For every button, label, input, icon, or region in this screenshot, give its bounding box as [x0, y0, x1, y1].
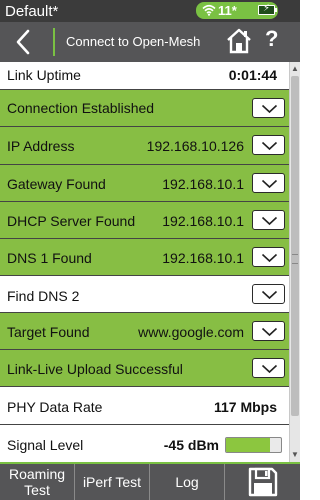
- row-link-live-upload[interactable]: Link-Live Upload Successful: [0, 350, 289, 387]
- save-button[interactable]: [248, 467, 278, 497]
- scroll-up-arrow-icon[interactable]: ▲: [291, 64, 299, 73]
- row-label: PHY Data Rate: [7, 399, 103, 415]
- battery-charging-icon: ⚡: [258, 3, 277, 15]
- row-value: 117 Mbps: [213, 399, 277, 415]
- wifi-count: 11*: [218, 3, 237, 18]
- chevron-down-icon: [261, 327, 278, 337]
- row-value: www.google.com: [138, 324, 244, 340]
- expand-button[interactable]: [252, 173, 285, 193]
- iperf-test-button[interactable]: iPerf Test: [75, 464, 150, 500]
- expand-button[interactable]: [252, 247, 285, 267]
- home-button[interactable]: [226, 27, 252, 55]
- expand-button[interactable]: [252, 284, 285, 304]
- row-dhcp-server-found[interactable]: DHCP Server Found 192.168.10.1: [0, 202, 289, 239]
- signal-level-bar: [225, 437, 282, 453]
- row-label: Find DNS 2: [7, 288, 80, 304]
- row-find-dns2[interactable]: Find DNS 2: [0, 276, 289, 313]
- scrollbar[interactable]: ▲ ▼: [289, 62, 300, 462]
- log-label: Log: [175, 474, 199, 490]
- row-ip-address[interactable]: IP Address 192.168.10.126: [0, 127, 289, 165]
- expand-button[interactable]: [252, 135, 285, 155]
- header-divider: [53, 28, 55, 56]
- expand-button[interactable]: [252, 358, 285, 378]
- page-title: Connect to Open-Mesh: [66, 34, 201, 49]
- roaming-test-label-line1: Roaming: [8, 466, 66, 482]
- status-bar: Default* 11* ⚡: [0, 0, 300, 22]
- row-label: Signal Level: [7, 437, 84, 453]
- signal-level-fill: [226, 438, 270, 452]
- expand-button[interactable]: [252, 98, 285, 118]
- wifi-icon: [202, 4, 216, 16]
- log-button[interactable]: Log: [150, 464, 225, 500]
- chevron-left-icon: [16, 29, 30, 55]
- row-signal-level: Signal Level -45 dBm: [0, 425, 289, 462]
- chevron-down-icon: [261, 104, 278, 114]
- test-results-list: Link Uptime 0:01:44 Connection Establish…: [0, 62, 289, 462]
- row-label: DHCP Server Found: [7, 213, 136, 229]
- row-value: 192.168.10.1: [162, 176, 244, 192]
- row-label: DNS 1 Found: [7, 250, 92, 266]
- row-value: 192.168.10.1: [162, 250, 244, 266]
- roaming-test-label-line2: Test: [24, 482, 50, 498]
- bottom-toolbar: Roaming Test iPerf Test Log: [0, 462, 300, 500]
- save-icon: [248, 467, 278, 497]
- chevron-down-icon: [261, 216, 278, 226]
- chevron-down-icon: [261, 290, 278, 300]
- chevron-down-icon: [261, 141, 278, 151]
- profile-name: Default*: [5, 3, 59, 20]
- help-button[interactable]: ?: [265, 26, 285, 56]
- scroll-thumb[interactable]: [291, 76, 299, 416]
- home-icon: [227, 28, 251, 54]
- row-label: IP Address: [7, 138, 75, 154]
- row-target-found[interactable]: Target Found www.google.com: [0, 313, 289, 350]
- chevron-down-icon: [261, 179, 278, 189]
- row-value: 192.168.10.1: [162, 213, 244, 229]
- row-label: Link Uptime: [7, 67, 81, 83]
- row-phy-data-rate: PHY Data Rate 117 Mbps: [0, 387, 289, 425]
- row-label: Connection Established: [7, 100, 155, 116]
- iperf-test-label: iPerf Test: [82, 474, 142, 490]
- row-connection-established[interactable]: Connection Established: [0, 90, 289, 127]
- row-label: Link-Live Upload Successful: [7, 361, 183, 377]
- row-value: 192.168.10.126: [146, 138, 244, 154]
- row-dns1-found[interactable]: DNS 1 Found 192.168.10.1: [0, 239, 289, 276]
- chevron-down-icon: [261, 364, 278, 374]
- row-label: Gateway Found: [7, 176, 106, 192]
- scroll-down-arrow-icon[interactable]: ▼: [291, 450, 299, 459]
- scroll-grip-icon: [292, 254, 298, 264]
- app-header: Connect to Open-Mesh ?: [0, 22, 300, 62]
- row-gateway-found[interactable]: Gateway Found 192.168.10.1: [0, 165, 289, 202]
- roaming-test-button[interactable]: Roaming Test: [0, 464, 75, 500]
- row-label: Target Found: [7, 324, 90, 340]
- row-link-uptime: Link Uptime 0:01:44: [0, 62, 289, 90]
- row-value: 0:01:44: [228, 67, 277, 83]
- back-button[interactable]: [10, 26, 36, 58]
- row-value: -45 dBm: [163, 437, 219, 453]
- chevron-down-icon: [261, 253, 278, 263]
- expand-button[interactable]: [252, 210, 285, 230]
- expand-button[interactable]: [252, 321, 285, 341]
